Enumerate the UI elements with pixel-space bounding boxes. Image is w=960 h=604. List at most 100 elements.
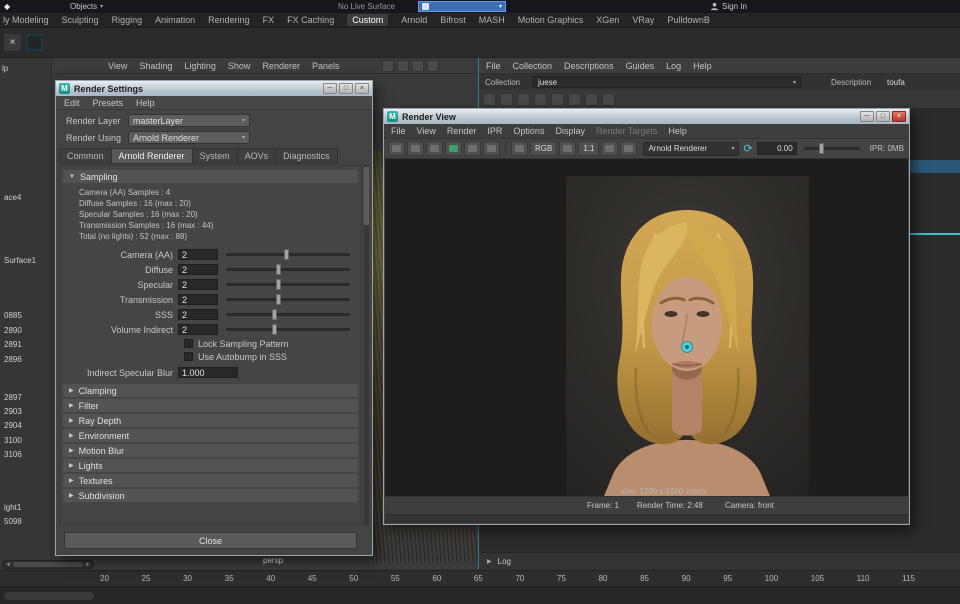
- slider-track[interactable]: [226, 298, 350, 301]
- xgen-tool-icon[interactable]: [517, 93, 530, 106]
- close-window-button[interactable]: ×: [355, 83, 369, 94]
- viewport-icon[interactable]: [427, 60, 439, 72]
- menu-set-tab[interactable]: ly Modeling: [3, 15, 49, 25]
- slider-handle[interactable]: [272, 309, 277, 320]
- selection-mask-icon[interactable]: ◆: [4, 1, 10, 12]
- menu-set-tab[interactable]: Custom: [347, 14, 388, 26]
- menu-set-tab[interactable]: Rendering: [208, 15, 250, 25]
- menu-item[interactable]: IPR: [487, 126, 502, 136]
- renderer-dropdown[interactable]: Arnold Renderer ▾: [643, 142, 739, 156]
- collapsed-section-header[interactable]: ▶ Ray Depth: [63, 414, 358, 427]
- close-tool-icon[interactable]: ×: [3, 33, 22, 52]
- menu-item[interactable]: Help: [136, 98, 155, 108]
- menu-set-tab[interactable]: PulldownB: [667, 15, 710, 25]
- rgb-channels-button[interactable]: RGB: [530, 141, 557, 156]
- outliner-item[interactable]: 5098: [4, 517, 22, 526]
- render-view-titlebar[interactable]: M Render View ─ □ ×: [384, 109, 909, 124]
- menu-set-tab[interactable]: VRay: [632, 15, 654, 25]
- settings-tab[interactable]: System: [192, 148, 237, 164]
- settings-scrollbar[interactable]: [364, 165, 369, 525]
- scrollbar-thumb[interactable]: [364, 167, 369, 225]
- alpha-channel-icon[interactable]: [559, 141, 576, 156]
- collapsed-section-header[interactable]: ▶ Motion Blur: [63, 444, 358, 457]
- outliner-item[interactable]: 3100: [4, 436, 22, 445]
- shelf-tool-icon[interactable]: [25, 33, 44, 52]
- slider-handle[interactable]: [276, 294, 281, 305]
- menu-item[interactable]: Edit: [64, 98, 80, 108]
- horizontal-scrollbar[interactable]: ◄ ►: [2, 560, 94, 569]
- checkbox[interactable]: [184, 339, 193, 348]
- slider-value-field[interactable]: 2: [178, 264, 218, 275]
- snapshot-icon[interactable]: [464, 141, 481, 156]
- time-slider[interactable]: 2025303540455055606570758085909510010511…: [0, 570, 960, 586]
- exposure-field[interactable]: 0.00: [757, 142, 797, 155]
- collapsed-section-header[interactable]: ▶ Filter: [63, 399, 358, 412]
- ipr-render-icon[interactable]: [445, 141, 462, 156]
- settings-tab[interactable]: Arnold Renderer: [111, 148, 192, 164]
- slider-value-field[interactable]: 2: [178, 279, 218, 290]
- menu-set-tab[interactable]: MASH: [479, 15, 505, 25]
- minimize-button[interactable]: ─: [323, 83, 337, 94]
- slider-value-field[interactable]: 2: [178, 249, 218, 260]
- render-using-dropdown[interactable]: Arnold Renderer ▾: [128, 131, 250, 144]
- viewport-icon[interactable]: [397, 60, 409, 72]
- menu-set-tab[interactable]: Arnold: [401, 15, 427, 25]
- xgen-tool-icon[interactable]: [534, 93, 547, 106]
- viewport-menu-item[interactable]: Lighting: [184, 61, 216, 71]
- maximize-button[interactable]: □: [339, 83, 353, 94]
- outliner-item[interactable]: 2903: [4, 407, 22, 416]
- render-layer-dropdown[interactable]: masterLayer ▾: [128, 114, 250, 127]
- render-settings-titlebar[interactable]: M Render Settings ─ □ ×: [56, 81, 372, 96]
- slider-track[interactable]: [226, 313, 350, 316]
- xgen-log-bar[interactable]: ▶ Log: [479, 552, 960, 569]
- outliner-item[interactable]: ace4: [4, 193, 21, 202]
- viewport-menu-item[interactable]: Show: [228, 61, 251, 71]
- slider-handle[interactable]: [819, 143, 824, 154]
- menu-item[interactable]: Help: [668, 126, 687, 136]
- range-slider[interactable]: [4, 592, 94, 600]
- menu-set-tab[interactable]: Motion Graphics: [518, 15, 584, 25]
- slider-handle[interactable]: [276, 279, 281, 290]
- outliner-item[interactable]: ight1: [4, 503, 21, 512]
- xgen-menu-item[interactable]: Help: [693, 61, 712, 71]
- sampling-section-header[interactable]: ▼ Sampling: [63, 170, 358, 183]
- slider-track[interactable]: [226, 328, 350, 331]
- slider-handle[interactable]: [272, 324, 277, 335]
- outliner-item[interactable]: 0885: [4, 311, 22, 320]
- outliner-item[interactable]: 2897: [4, 393, 22, 402]
- outliner-item[interactable]: 2891: [4, 340, 22, 349]
- scroll-right-icon[interactable]: ►: [85, 562, 91, 568]
- collapsed-section-header[interactable]: ▶ Lights: [63, 459, 358, 472]
- settings-tab[interactable]: AOVs: [237, 148, 276, 164]
- outliner-item[interactable]: 3106: [4, 450, 22, 459]
- slider-handle[interactable]: [284, 249, 289, 260]
- blur-value-field[interactable]: 1.000: [178, 367, 238, 378]
- menu-set-tab[interactable]: Rigging: [112, 15, 143, 25]
- viewport-menu-item[interactable]: Shading: [139, 61, 172, 71]
- collapsed-section-header[interactable]: ▶ Clamping: [63, 384, 358, 397]
- menu-item[interactable]: Presets: [93, 98, 124, 108]
- menu-set-tab[interactable]: XGen: [596, 15, 619, 25]
- xgen-menu-item[interactable]: Log: [666, 61, 681, 71]
- remove-image-icon[interactable]: [620, 141, 637, 156]
- outliner-item[interactable]: 2890: [4, 326, 22, 335]
- collapsed-section-header[interactable]: ▶ Environment: [63, 429, 358, 442]
- symmetry-dropdown[interactable]: ▾: [418, 1, 506, 12]
- refresh-render-icon[interactable]: ⟳: [743, 142, 752, 155]
- exposure-slider[interactable]: [804, 147, 860, 150]
- menu-set-tab[interactable]: FX Caching: [287, 15, 334, 25]
- keep-image-icon[interactable]: [601, 141, 618, 156]
- viewport-menu-item[interactable]: Panels: [312, 61, 340, 71]
- menu-item[interactable]: Render: [447, 126, 477, 136]
- render-icon[interactable]: [426, 141, 443, 156]
- slider-value-field[interactable]: 2: [178, 294, 218, 305]
- xgen-tool-icon[interactable]: [483, 93, 496, 106]
- xgen-tool-icon[interactable]: [568, 93, 581, 106]
- settings-tab[interactable]: Diagnostics: [275, 148, 338, 164]
- scroll-left-icon[interactable]: ◄: [5, 562, 11, 568]
- save-image-icon[interactable]: [407, 141, 424, 156]
- outliner-item[interactable]: 2896: [4, 355, 22, 364]
- minimize-button[interactable]: ─: [860, 111, 874, 122]
- menu-item[interactable]: Display: [555, 126, 585, 136]
- xgen-menu-item[interactable]: Descriptions: [564, 61, 614, 71]
